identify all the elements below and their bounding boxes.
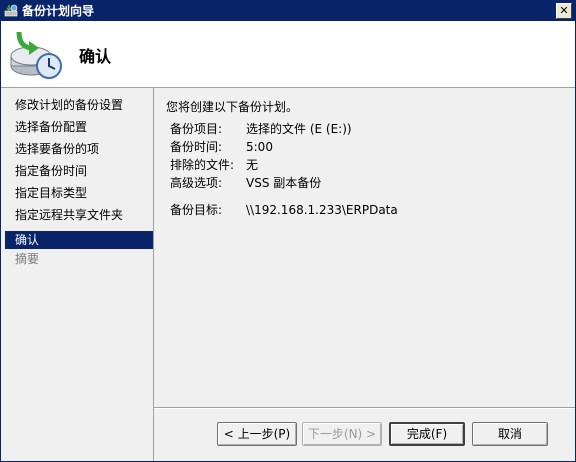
- detail-value: \\192.168.1.233\ERPData: [246, 203, 398, 217]
- page-title: 确认: [79, 47, 112, 66]
- step-remote-share[interactable]: 指定远程共享文件夹: [5, 206, 153, 224]
- wizard-steps: 修改计划的备份设置 选择备份配置 选择要备份的项 指定备份时间 指定目标类型 指…: [1, 88, 154, 461]
- finish-button[interactable]: 完成(F): [389, 422, 465, 446]
- detail-label: 备份项目:: [170, 122, 223, 136]
- confirmation-panel: 您将创建以下备份计划。 备份项目: 选择的文件 (E (E:)) 备份时间: 5:0…: [154, 88, 575, 408]
- wizard-header: 确认: [1, 21, 575, 88]
- detail-label: 高级选项:: [170, 176, 223, 190]
- detail-row-advanced: 高级选项: VSS 副本备份: [170, 174, 321, 191]
- wizard-window: 备份计划向导 ✕ 确认 修改计划的备份设置 选择备份配置 选择要备份的项 指定备…: [0, 0, 576, 462]
- step-summary: 摘要: [15, 252, 40, 266]
- detail-row-excluded: 排除的文件: 无: [170, 156, 258, 173]
- detail-label: 备份时间:: [170, 140, 223, 154]
- detail-label: 备份目标:: [170, 203, 223, 217]
- detail-row-target: 备份目标: \\192.168.1.233\ERPData: [170, 201, 398, 218]
- detail-label: 排除的文件:: [170, 158, 235, 172]
- close-button[interactable]: ✕: [556, 3, 572, 19]
- detail-value: 选择的文件 (E (E:)): [246, 122, 352, 136]
- detail-row-time: 备份时间: 5:00: [170, 138, 273, 155]
- detail-value: 无: [246, 158, 259, 172]
- step-modify-settings[interactable]: 修改计划的备份设置: [5, 96, 153, 114]
- step-target-type[interactable]: 指定目标类型: [5, 184, 153, 202]
- detail-row-items: 备份项目: 选择的文件 (E (E:)): [170, 120, 352, 137]
- step-backup-time[interactable]: 指定备份时间: [5, 162, 153, 180]
- detail-value: VSS 副本备份: [246, 176, 322, 190]
- close-icon: ✕: [559, 4, 569, 17]
- step-confirm[interactable]: 确认: [5, 231, 153, 249]
- backup-clock-icon: [10, 31, 62, 79]
- title-bar: 备份计划向导 ✕: [1, 1, 575, 21]
- detail-value: 5:00: [246, 140, 273, 154]
- intro-text: 您将创建以下备份计划。: [166, 100, 299, 114]
- window-title: 备份计划向导: [22, 4, 95, 18]
- step-select-config[interactable]: 选择备份配置: [5, 118, 153, 136]
- cancel-button[interactable]: 取消: [472, 422, 548, 446]
- prev-button[interactable]: < 上一步(P): [217, 422, 297, 446]
- button-separator: [154, 407, 575, 409]
- backup-app-icon: [4, 4, 18, 17]
- step-select-items[interactable]: 选择要备份的项: [5, 140, 153, 158]
- next-button[interactable]: 下一步(N) >: [302, 422, 382, 446]
